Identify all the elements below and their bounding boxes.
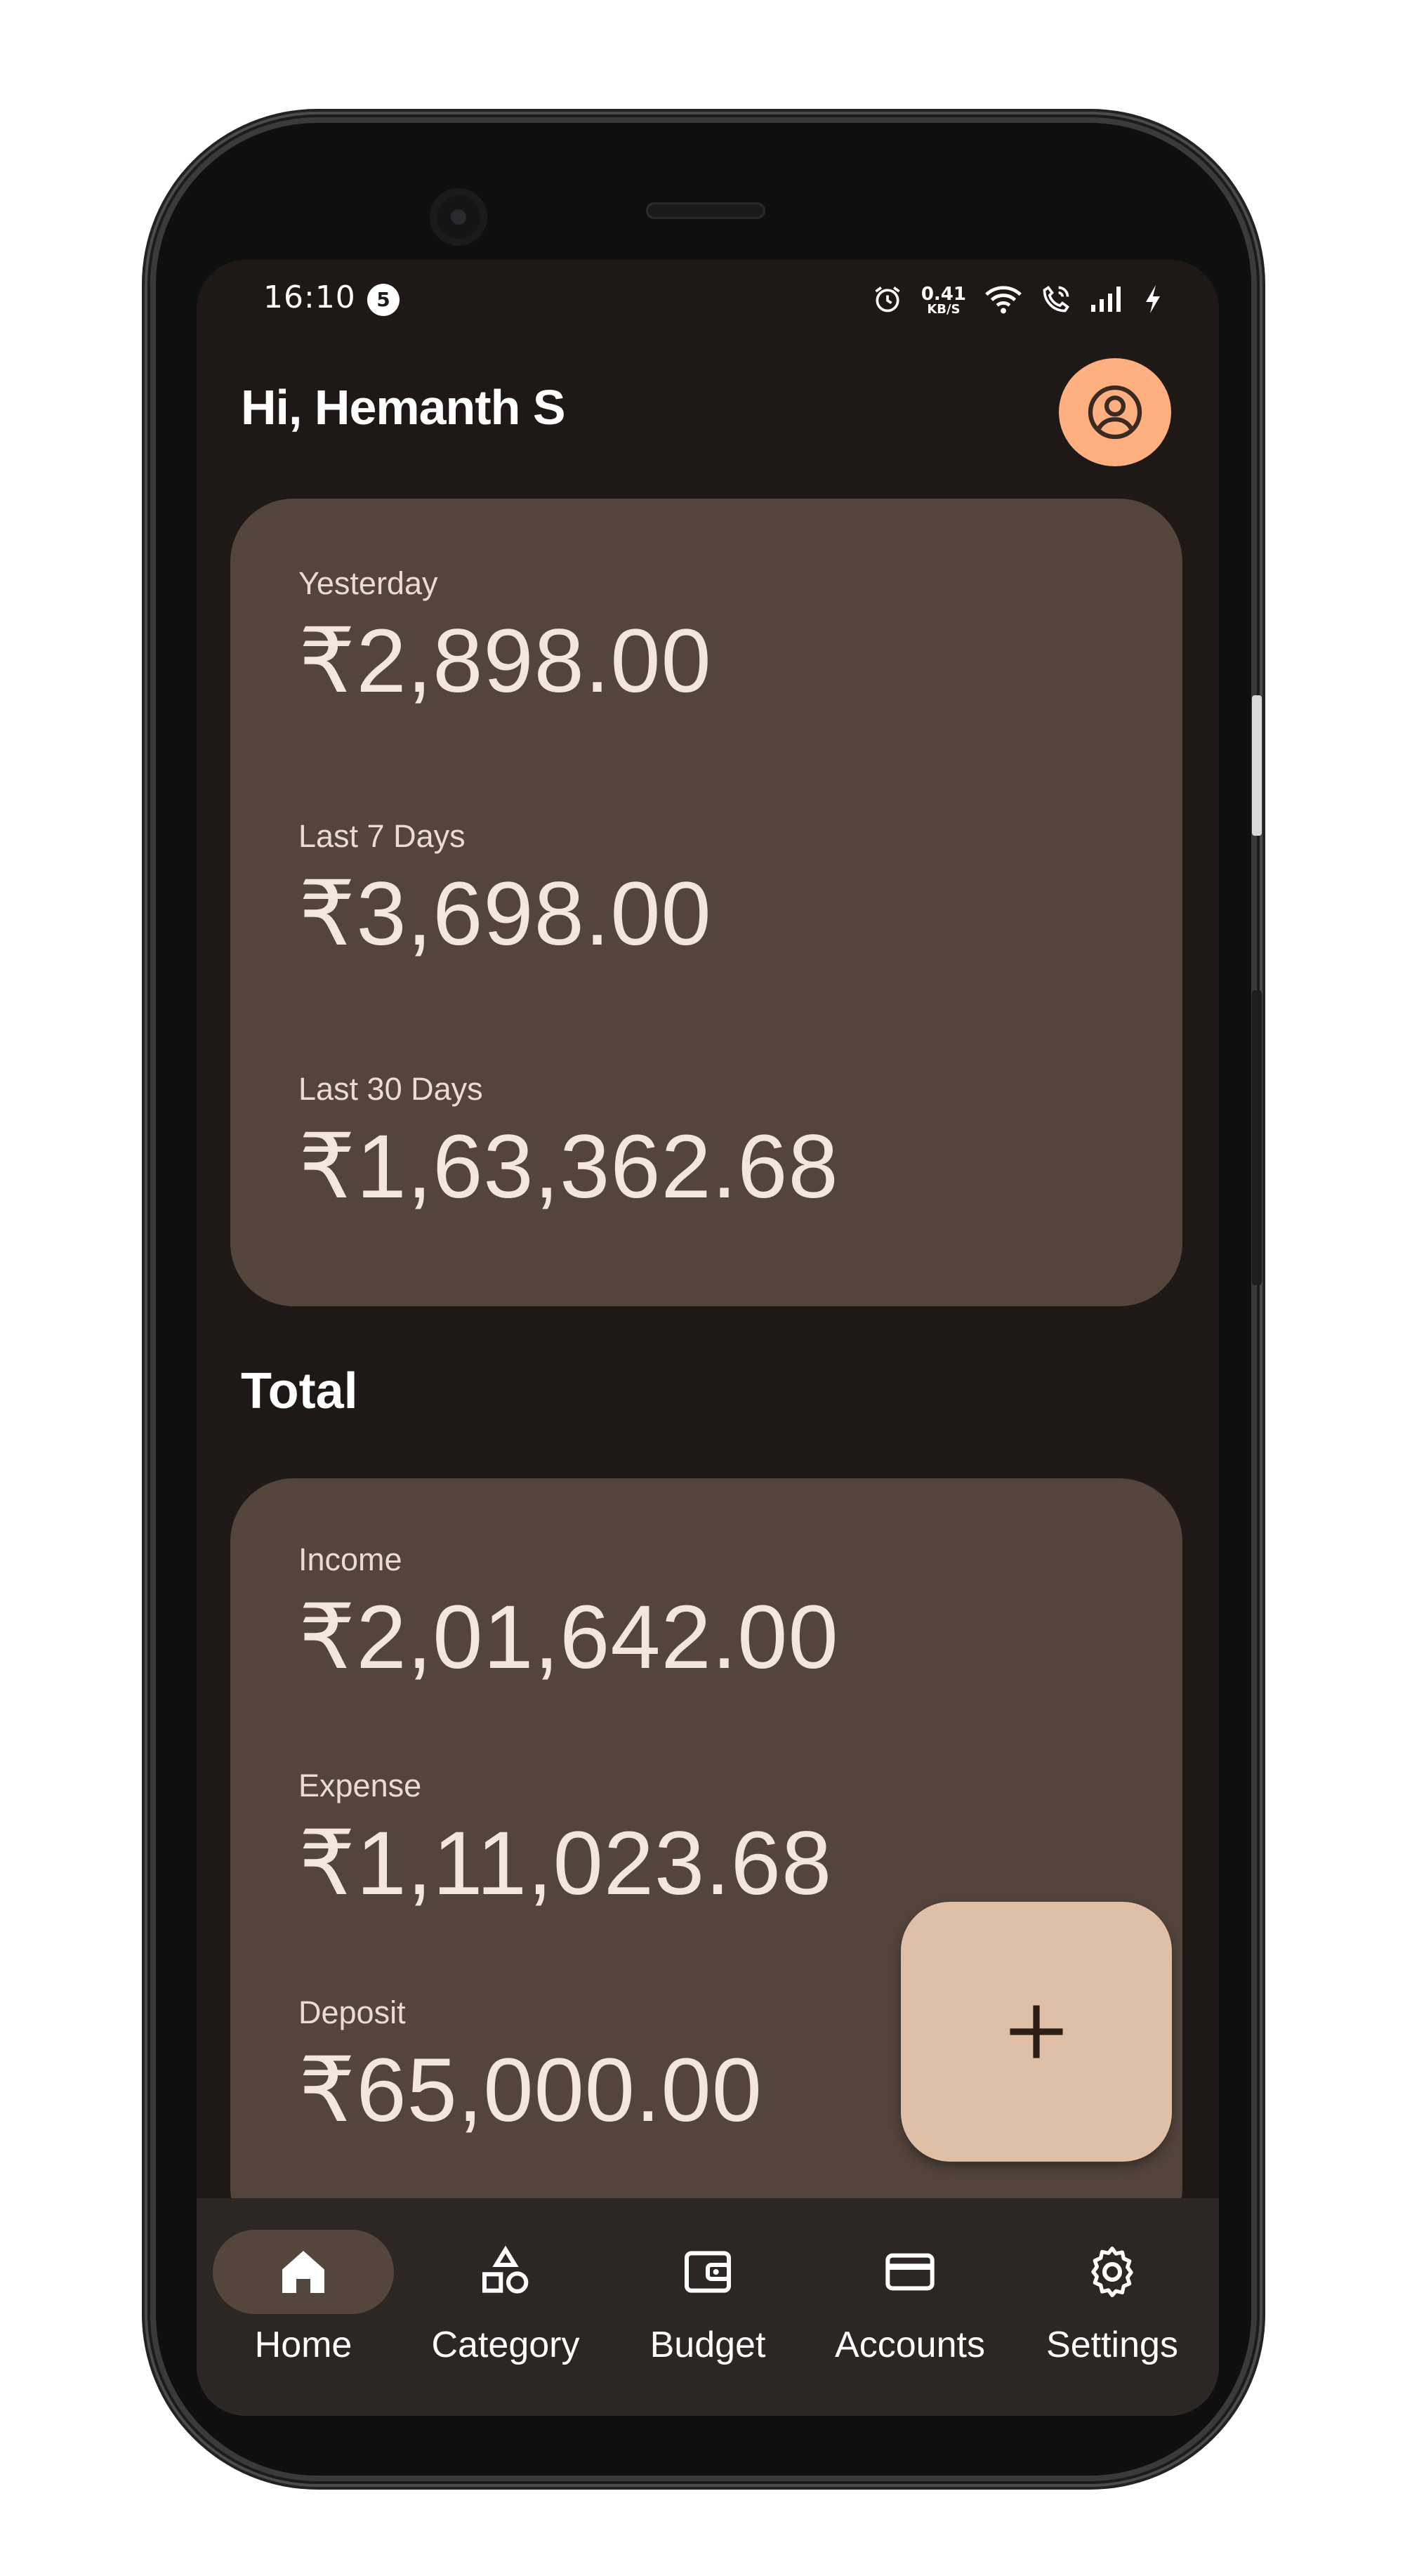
status-bar: 16:10 5 0.41 KB/S [197,260,1219,337]
net-speed: 0.41 KB/S [921,285,966,316]
power-button [1252,695,1262,836]
nav-icon-wrap [415,2230,596,2314]
shapes-icon [482,2245,529,2294]
plus-icon [1010,2005,1063,2058]
stat-value: ₹2,898.00 [298,611,712,711]
stat-label: Last 7 Days [298,818,466,854]
nav-label: Category [431,2325,580,2365]
earpiece-speaker [646,202,765,219]
battery-charging-icon [1143,284,1163,317]
section-title-total: Total [241,1363,358,1419]
stat-value: ₹1,11,023.68 [298,1813,833,1914]
nav-icon-wrap [1022,2230,1203,2314]
nav-label: Budget [649,2325,766,2365]
alarm-icon [872,284,903,317]
nav-indicator [213,2230,394,2314]
stat-last-30-days: Last 30 Days ₹1,63,362.68 [298,1071,839,1219]
greeting-title: Hi, Hemanth S [241,380,566,435]
status-icons: 0.41 KB/S [872,281,1163,320]
net-speed-value: 0.41 [921,284,966,305]
nav-budget[interactable]: Budget [609,2230,806,2370]
account-circle-icon [1088,385,1142,440]
profile-button[interactable] [1059,358,1171,466]
stat-label: Expense [298,1768,422,1803]
stat-label: Deposit [298,1995,406,2030]
credit-card-icon [885,2253,935,2291]
status-time: 16:10 [263,280,356,315]
nav-label: Home [254,2325,352,2365]
wifi-call-icon [1041,284,1071,317]
recent-summary-card: Yesterday ₹2,898.00 Last 7 Days ₹3,698.0… [230,499,1182,1306]
stat-last-7-days: Last 7 Days ₹3,698.00 [298,818,712,966]
add-transaction-button[interactable] [901,1902,1172,2162]
stat-label: Income [298,1542,402,1577]
stat-value: ₹65,000.00 [298,2040,763,2141]
notification-badge: 5 [367,284,400,316]
nav-settings[interactable]: Settings [1014,2230,1211,2370]
stat-income: Income ₹2,01,642.00 [298,1542,839,1690]
volume-button [1252,990,1262,1285]
stat-expense: Expense ₹1,11,023.68 [298,1768,832,1916]
nav-category[interactable]: Category [407,2230,604,2370]
nav-label: Accounts [835,2325,985,2365]
home-icon [282,2251,324,2293]
app-screen: 16:10 5 0.41 KB/S Hi, Hemanth S Yesterda… [197,260,1219,2416]
stat-value: ₹1,63,362.68 [298,1117,839,1217]
nav-home[interactable]: Home [205,2230,402,2370]
wifi-icon [984,284,1022,317]
stat-label: Yesterday [298,565,438,601]
nav-icon-wrap [819,2230,1001,2314]
nav-icon-wrap [617,2230,798,2314]
stat-yesterday: Yesterday ₹2,898.00 [298,565,712,714]
signal-icon [1090,285,1125,316]
stat-value: ₹3,698.00 [298,864,712,964]
stat-deposit: Deposit ₹65,000.00 [298,1995,763,2143]
wallet-icon [685,2251,731,2293]
nav-label: Settings [1046,2325,1178,2365]
stat-value: ₹2,01,642.00 [298,1587,839,1688]
front-camera [430,188,487,246]
gear-icon [1091,2247,1133,2297]
stat-label: Last 30 Days [298,1071,483,1107]
nav-accounts[interactable]: Accounts [812,2230,1008,2370]
net-speed-unit: KB/S [927,302,961,317]
bottom-navigation: Home Category Budget Accounts Settings [197,2198,1219,2416]
